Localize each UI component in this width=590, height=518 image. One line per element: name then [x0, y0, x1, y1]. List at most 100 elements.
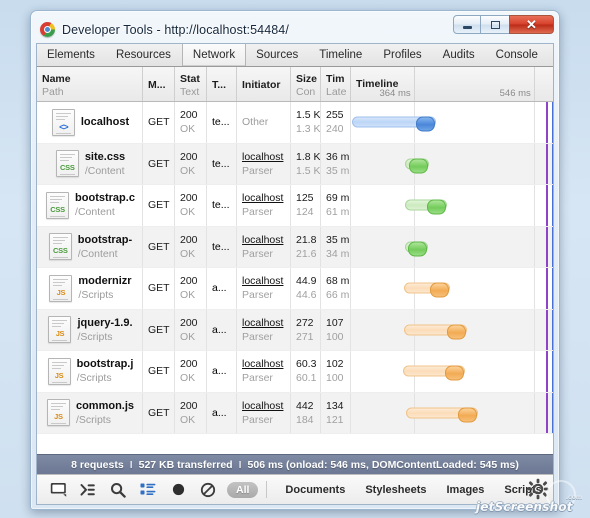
gear-icon: [527, 478, 549, 500]
tab-resources[interactable]: Resources: [106, 44, 182, 66]
close-button[interactable]: ✕: [509, 15, 554, 34]
request-latency: 34 m: [326, 247, 350, 260]
timeline-bar-head: [415, 116, 435, 132]
table-row[interactable]: JS jquery-1.9./Scripts GET 200 OK a... localho…: [37, 309, 553, 351]
request-latency: 100: [326, 372, 344, 385]
request-filename: localhost: [80, 116, 130, 129]
request-name-cell[interactable]: <> localhost: [37, 102, 143, 143]
timeline-bar[interactable]: [403, 282, 450, 298]
request-size-cell: 1.8 K 1.5 K: [291, 143, 321, 184]
column-header-m[interactable]: M...: [143, 67, 175, 101]
column-header-stat[interactable]: Stat Text: [175, 67, 207, 101]
request-size: 272: [296, 316, 314, 329]
tab-network[interactable]: Network: [181, 44, 247, 66]
network-request-list[interactable]: <> localhost GET 200 OK te... Other 1.5 K 1.3 K2…: [37, 102, 553, 454]
timeline-bar[interactable]: [404, 158, 429, 174]
request-name-cell[interactable]: CSS bootstrap.c/Content: [37, 185, 143, 226]
initiator-link[interactable]: localhost: [242, 316, 286, 330]
request-time: 134: [326, 399, 344, 412]
tab-label: Timeline: [319, 49, 363, 61]
request-time: 107: [326, 316, 344, 329]
desktop-background: Developer Tools - http://localhost:54484…: [0, 0, 590, 518]
minimize-icon: [462, 26, 472, 29]
timeline-bar[interactable]: [405, 407, 479, 423]
tab-timeline[interactable]: Timeline: [309, 44, 373, 66]
filter-documents[interactable]: Documents: [275, 484, 355, 496]
filter-images[interactable]: Images: [436, 484, 494, 496]
timeline-event-line: [545, 309, 548, 350]
request-name-text: bootstrap.c/Content: [75, 191, 135, 219]
initiator-link[interactable]: localhost: [242, 357, 286, 371]
request-path: /Content: [77, 247, 118, 260]
file-icon-bottom-lines: [53, 297, 69, 300]
tab-audits[interactable]: Audits: [433, 44, 486, 66]
table-row[interactable]: <> localhost GET 200 OK te... Other 1.5 K 1.3 K2…: [37, 102, 553, 144]
request-name-cell[interactable]: JS jquery-1.9./Scripts: [37, 309, 143, 350]
initiator-link[interactable]: localhost: [242, 191, 286, 205]
file-icon-lines: [55, 112, 71, 122]
initiator-link[interactable]: localhost: [242, 274, 286, 288]
table-row[interactable]: CSS site.css/Content GET 200 OK te... localhos…: [37, 143, 553, 185]
file-icon-bottom-lines: [52, 339, 68, 342]
timeline-bar[interactable]: [404, 241, 428, 257]
request-method: GET: [148, 116, 170, 129]
table-row[interactable]: JS bootstrap.j/Scripts GET 200 OK a... localho…: [37, 351, 553, 393]
request-name-cell[interactable]: CSS site.css/Content: [37, 143, 143, 184]
maximize-button[interactable]: [481, 15, 509, 34]
request-type-cell: te...: [207, 185, 237, 226]
table-row[interactable]: JS common.js/Scripts GET 200 OK a... localhost…: [37, 392, 553, 434]
column-header-name[interactable]: Name Path: [37, 67, 143, 101]
request-content-size: 1.5 K: [296, 164, 321, 177]
request-time-cell: 68 m 66 m: [321, 268, 351, 309]
request-content-size: 271: [296, 330, 314, 343]
filter-stylesheets[interactable]: Stylesheets: [355, 484, 436, 496]
timeline-bar[interactable]: [352, 116, 436, 132]
initiator-link[interactable]: localhost: [242, 233, 286, 247]
file-icon-lines: [50, 195, 66, 205]
column-header-t[interactable]: T...: [207, 67, 237, 101]
timeline-bar[interactable]: [403, 324, 468, 340]
filter-all-button[interactable]: All: [227, 481, 259, 498]
settings-button[interactable]: [527, 478, 549, 500]
chrome-logo-icon: [40, 22, 55, 37]
minimize-button[interactable]: [453, 15, 481, 34]
tab-console[interactable]: Console: [486, 44, 549, 66]
file-icon-label: JS: [55, 329, 65, 339]
status-bar: 8 requests I 527 KB transferred I 506 ms…: [37, 454, 553, 474]
column-header-size[interactable]: Size Con: [291, 67, 321, 101]
dock-panel-button[interactable]: [43, 476, 73, 503]
table-row[interactable]: CSS bootstrap.c/Content GET 200 OK te... local…: [37, 185, 553, 227]
request-name-cell[interactable]: JS modernizr/Scripts: [37, 268, 143, 309]
table-row[interactable]: CSS bootstrap-/Content GET 200 OK te... localh…: [37, 226, 553, 268]
request-timeline-cell: [351, 309, 553, 350]
js-file-icon: JS: [46, 399, 70, 427]
request-name-cell[interactable]: JS bootstrap.j/Scripts: [37, 351, 143, 392]
window-controls: ✕: [453, 15, 554, 34]
timeline-bar[interactable]: [404, 199, 447, 215]
timeline-event-line: [552, 392, 553, 433]
timeline-bar[interactable]: [402, 365, 466, 381]
file-icon-bottom-lines: [51, 380, 67, 383]
column-header-timeline[interactable]: Timeline 364 ms 546 ms: [351, 67, 553, 101]
column-header-tim[interactable]: Tim Late: [321, 67, 351, 101]
request-initiator-cell: Other: [237, 102, 291, 143]
request-name-text: site.css/Content: [85, 150, 125, 178]
table-row[interactable]: JS modernizr/Scripts GET 200 OK a... localhost…: [37, 268, 553, 310]
initiator-link[interactable]: localhost: [242, 399, 286, 413]
console-drawer-button[interactable]: [73, 476, 103, 503]
initiator-link[interactable]: localhost: [242, 150, 286, 164]
request-content-size: 124: [296, 206, 314, 219]
list-view-button[interactable]: [133, 476, 163, 503]
tab-elements[interactable]: Elements: [37, 44, 106, 66]
record-button[interactable]: [163, 476, 193, 503]
tab-sources[interactable]: Sources: [246, 44, 309, 66]
request-name-cell[interactable]: CSS bootstrap-/Content: [37, 226, 143, 267]
clear-button[interactable]: [193, 476, 223, 503]
column-header-initiator[interactable]: Initiator: [237, 67, 291, 101]
request-time: 69 m: [326, 192, 350, 205]
request-filename: common.js: [75, 399, 135, 412]
tab-profiles[interactable]: Profiles: [373, 44, 432, 66]
request-name-cell[interactable]: JS common.js/Scripts: [37, 392, 143, 433]
search-button[interactable]: [103, 476, 133, 503]
request-name-text: bootstrap-/Content: [78, 233, 132, 261]
